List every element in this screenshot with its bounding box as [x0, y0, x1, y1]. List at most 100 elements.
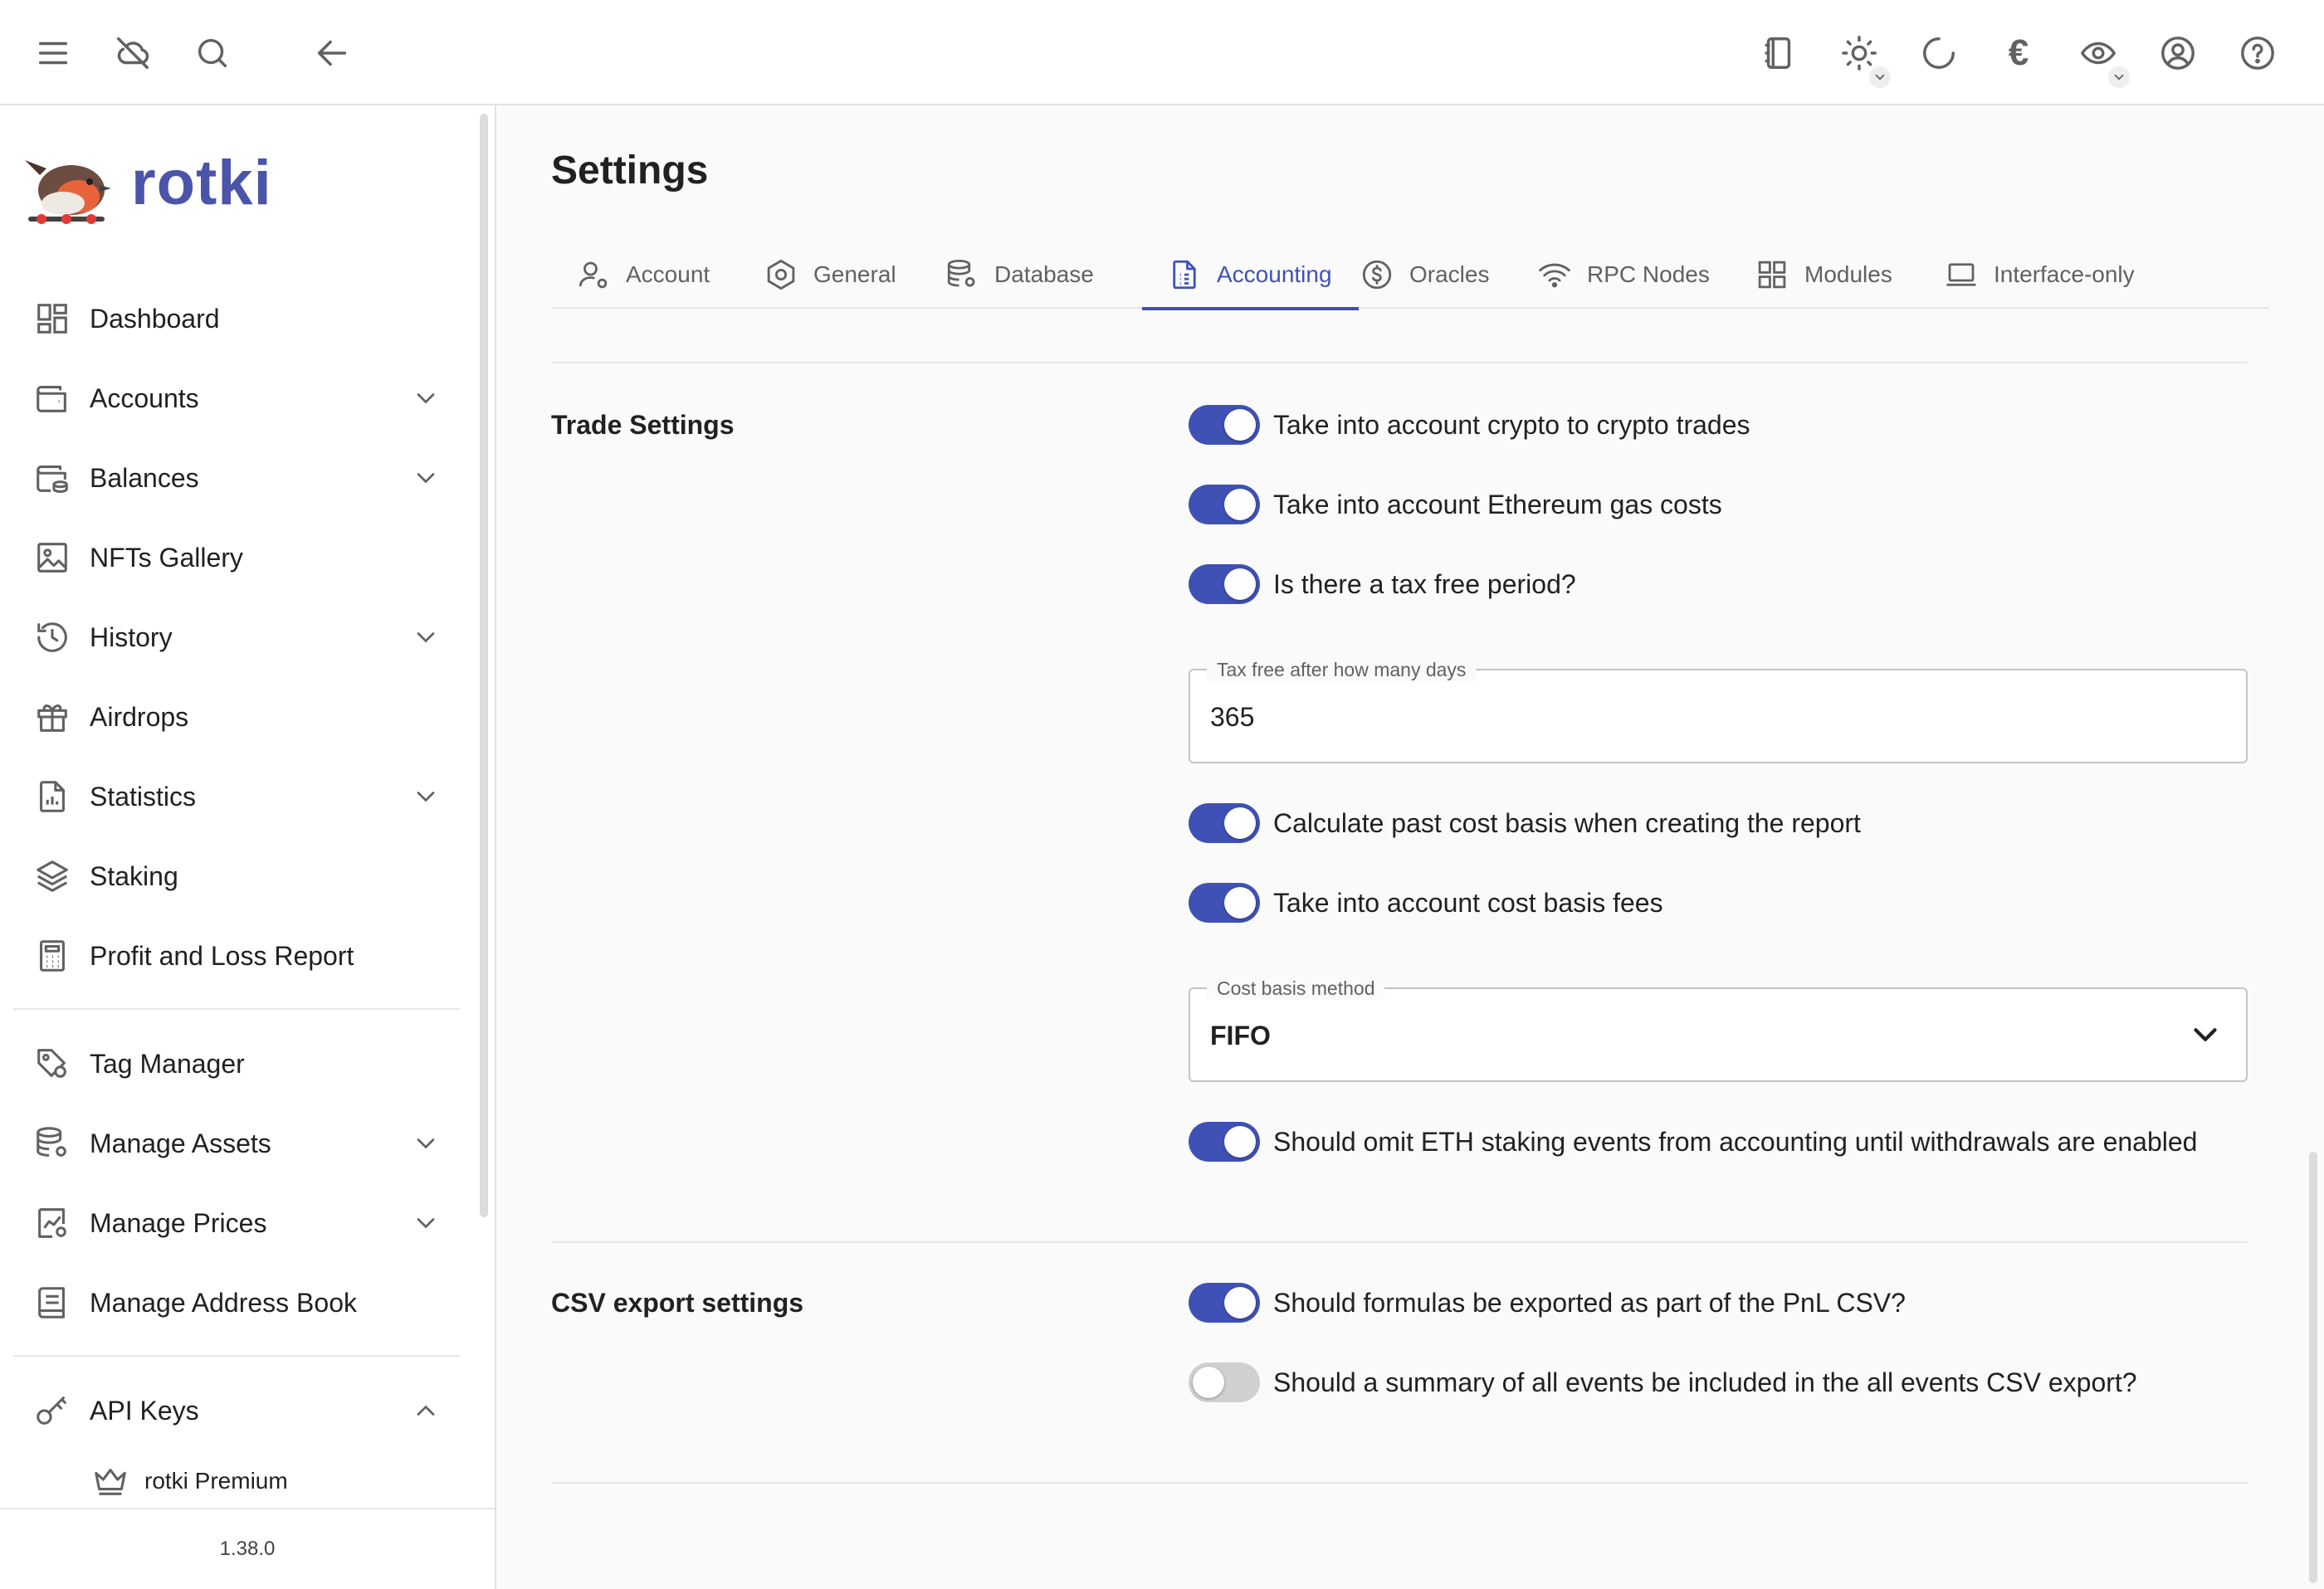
visibility-eye-icon[interactable]	[2072, 27, 2130, 88]
sidebar-item-label: Airdrops	[90, 701, 189, 732]
sidebar-subitem-label: rotki Premium	[144, 1468, 288, 1494]
sidebar-item-nfts-gallery[interactable]: NFTs Gallery	[15, 520, 447, 595]
toggle-label: Should omit ETH staking events from acco…	[1273, 1126, 2198, 1157]
sidebar-item-api-keys[interactable]: API Keys	[15, 1373, 447, 1448]
sidebar-scrollbar[interactable]	[480, 114, 488, 1217]
toggle-omit-eth-staking[interactable]: Should omit ETH staking events from acco…	[1189, 1117, 2197, 1167]
database-settings-icon	[15, 1124, 90, 1163]
chevron-down-icon[interactable]	[405, 1123, 447, 1164]
section-divider	[551, 1482, 2248, 1484]
tab-general[interactable]: General	[764, 241, 896, 309]
chevron-down-icon[interactable]	[405, 776, 447, 817]
chevron-down-icon	[2108, 66, 2130, 88]
tab-label: Account	[626, 261, 710, 287]
notes-icon[interactable]	[1751, 27, 1804, 80]
layers-icon	[15, 857, 90, 895]
cloud-off-icon[interactable]	[106, 27, 159, 80]
toggle-crypto-to-crypto[interactable]: Take into account crypto to crypto trade…	[1189, 400, 1750, 450]
sidebar-item-balances[interactable]: Balances	[15, 441, 447, 515]
sidebar-item-label: Balances	[90, 462, 199, 493]
sidebar-item-label: Dashboard	[90, 303, 220, 334]
toggle-label: Take into account cost basis fees	[1273, 887, 1663, 918]
tab-modules[interactable]: Modules	[1755, 241, 1892, 309]
back-arrow-icon[interactable]	[305, 27, 359, 80]
toggle-switch[interactable]	[1189, 1283, 1260, 1323]
toggle-label: Should a summary of all events be includ…	[1273, 1367, 2137, 1397]
sidebar-item-label: API Keys	[90, 1395, 199, 1426]
chevron-down-icon[interactable]	[405, 457, 447, 499]
sidebar-item-label: Manage Address Book	[90, 1287, 357, 1318]
brand-name: rotki	[131, 148, 272, 218]
sidebar-item-label: Manage Assets	[90, 1128, 271, 1158]
image-icon	[15, 539, 90, 577]
field-value[interactable]: 365	[1210, 702, 1254, 733]
tab-label: Oracles	[1409, 261, 1490, 287]
toggle-cost-basis-fees[interactable]: Take into account cost basis fees	[1189, 878, 1663, 928]
sidebar-item-statistics[interactable]: Statistics	[15, 759, 447, 834]
chevron-down-icon[interactable]	[405, 378, 447, 419]
toggle-export-formulas[interactable]: Should formulas be exported as part of t…	[1189, 1278, 1906, 1328]
sidebar-item-manage-address-book[interactable]: Manage Address Book	[15, 1265, 447, 1340]
sidebar-item-accounts[interactable]: Accounts	[15, 361, 447, 436]
toggle-switch[interactable]	[1189, 405, 1260, 445]
sidebar-item-profit-and-loss-report[interactable]: Profit and Loss Report	[15, 919, 447, 993]
toggle-switch[interactable]	[1189, 1362, 1260, 1402]
sidebar-subitem-rotki-premium[interactable]: rotki Premium	[91, 1456, 288, 1506]
app-version: 1.38.0	[219, 1538, 276, 1560]
tab-database[interactable]: Database	[945, 241, 1094, 309]
sidebar-item-label: Profit and Loss Report	[90, 940, 354, 971]
toggle-tax-free-period[interactable]: Is there a tax free period?	[1189, 559, 1576, 609]
sidebar-divider	[13, 1355, 460, 1357]
chevron-down-icon[interactable]	[2186, 1016, 2224, 1054]
tax-free-days-field[interactable]: Tax free after how many days 365	[1189, 659, 2248, 763]
toggle-past-cost-basis[interactable]: Calculate past cost basis when creating …	[1189, 798, 1861, 848]
sidebar-item-manage-assets[interactable]: Manage Assets	[15, 1106, 447, 1181]
laptop-icon	[1946, 263, 1976, 286]
sidebar-item-airdrops[interactable]: Airdrops	[15, 680, 447, 754]
search-icon[interactable]	[186, 27, 239, 80]
settings-tabs: Account General Database Accounting Orac…	[551, 241, 2269, 310]
toggle-events-summary[interactable]: Should a summary of all events be includ…	[1189, 1357, 2137, 1407]
dashboard-icon	[15, 300, 90, 338]
grid-icon	[1758, 261, 1786, 289]
refresh-icon[interactable]	[1912, 27, 1965, 80]
toggle-switch[interactable]	[1189, 564, 1260, 604]
tab-oracles[interactable]: Oracles	[1360, 241, 1489, 309]
tab-rpc-nodes[interactable]: RPC Nodes	[1537, 241, 1710, 309]
chevron-up-icon[interactable]	[405, 1390, 447, 1431]
sidebar-footer-divider	[0, 1508, 495, 1509]
sidebar-item-tag-manager[interactable]: Tag Manager	[15, 1026, 447, 1101]
currency-euro-icon[interactable]: €	[1992, 27, 2045, 80]
balances-icon	[15, 459, 90, 497]
chevron-down-icon[interactable]	[405, 1202, 447, 1244]
address-book-icon	[15, 1284, 90, 1322]
main-scrollbar[interactable]	[2309, 1152, 2317, 1583]
document-icon	[1173, 260, 1196, 290]
sidebar-item-manage-prices[interactable]: Manage Prices	[15, 1186, 447, 1260]
top-app-bar: €	[0, 0, 2324, 105]
tab-account[interactable]: Account	[576, 241, 710, 309]
toggle-ethereum-gas-costs[interactable]: Take into account Ethereum gas costs	[1189, 480, 1722, 529]
toggle-switch[interactable]	[1189, 1122, 1260, 1162]
help-icon[interactable]	[2231, 27, 2284, 80]
tab-accounting[interactable]: Accounting	[1142, 241, 1359, 310]
account-circle-icon[interactable]	[2151, 27, 2204, 80]
toggle-label: Should formulas be exported as part of t…	[1273, 1287, 1906, 1318]
chevron-down-icon	[1869, 66, 1891, 88]
sidebar-item-dashboard[interactable]: Dashboard	[15, 281, 447, 356]
toggle-switch[interactable]	[1189, 803, 1260, 843]
cost-basis-method-select[interactable]: Cost basis method FIFO	[1189, 977, 2248, 1082]
toggle-switch[interactable]	[1189, 883, 1260, 923]
statistics-icon	[15, 777, 90, 816]
sidebar-item-history[interactable]: History	[15, 600, 447, 675]
chevron-down-icon[interactable]	[405, 617, 447, 658]
theme-sun-icon[interactable]	[1833, 27, 1891, 88]
tab-interface-only[interactable]: Interface-only	[1944, 241, 2135, 309]
sidebar-item-staking[interactable]: Staking	[15, 839, 447, 914]
sidebar-item-label: Staking	[90, 860, 178, 891]
trade-settings-title: Trade Settings	[551, 410, 735, 440]
toggle-switch[interactable]	[1189, 485, 1260, 524]
toggle-label: Take into account crypto to crypto trade…	[1273, 409, 1750, 440]
tab-label: Interface-only	[1994, 261, 2135, 287]
menu-icon[interactable]	[27, 27, 80, 80]
